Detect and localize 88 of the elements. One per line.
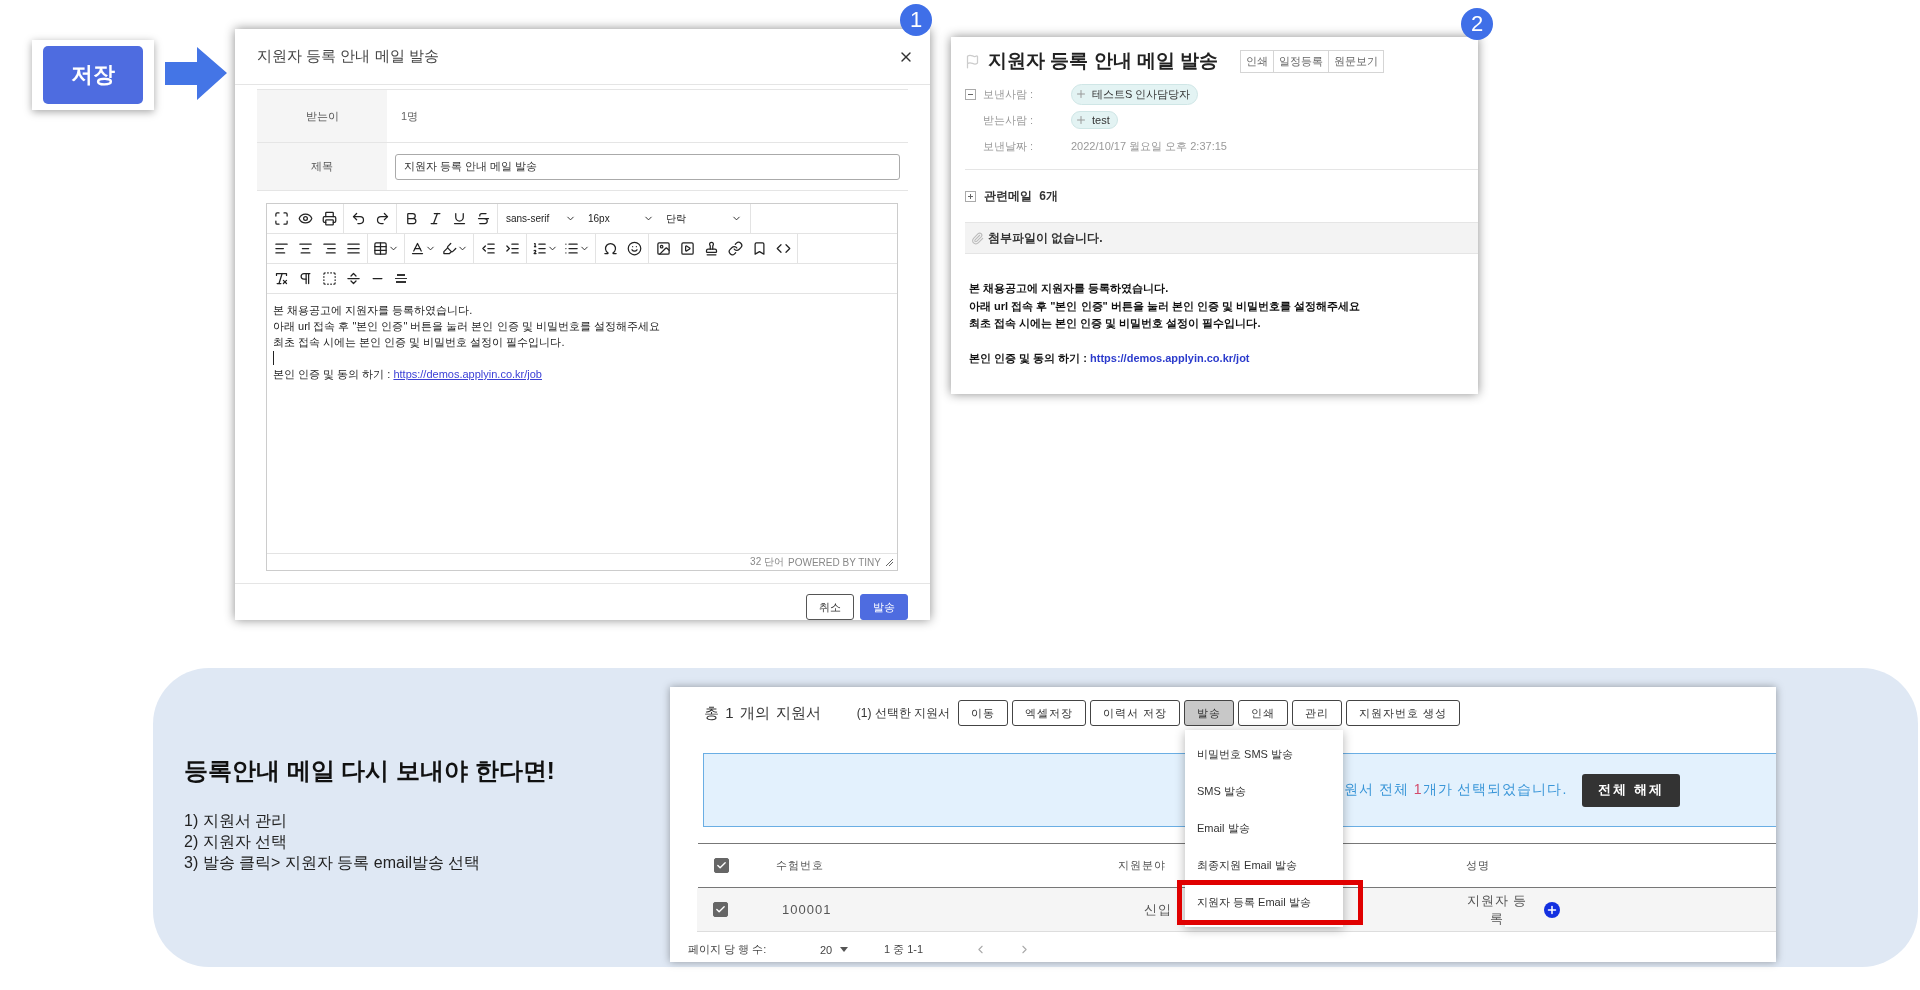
block-select[interactable]: 단락: [660, 205, 748, 232]
selection-message: 원서 전체 1 개가 선택되었습니다.: [1344, 781, 1568, 799]
column-header: 수험번호: [776, 858, 825, 873]
editor-branding: POWERED BY TINY: [788, 556, 881, 568]
paperclip-icon: [971, 231, 984, 245]
checkbox[interactable]: [714, 858, 729, 873]
meta-label: 보낸사람 :: [983, 86, 1035, 102]
subject-field[interactable]: 지원자 등록 안내 메일 발송: [395, 153, 900, 180]
toolbar-button[interactable]: 지원자번호 생성: [1346, 700, 1461, 726]
cancel-button[interactable]: 취소: [806, 594, 854, 620]
check-icon: [716, 860, 727, 871]
text-cursor: [273, 351, 274, 365]
block-format: 단락: [666, 211, 686, 226]
body-text: 본인 인증 및 동의 하기 : https://demos.applyin.co.kr/jot: [969, 350, 1251, 366]
selected-label: (1) 선택한 지원서: [856, 704, 951, 722]
body-text: 아래 url 접속 후 "본인 인증" 버튼을 눌러 본인 인증 및 비밀번호를 설정해주세요: [273, 319, 661, 334]
toolbar-button[interactable]: 발송: [1184, 700, 1235, 726]
contact-name: 테스트S 인사담당자: [1092, 86, 1191, 102]
rows-per-page-label: 페이지 당 행 수:: [688, 942, 768, 957]
check-icon: [715, 904, 726, 915]
save-button[interactable]: 저장: [43, 46, 143, 104]
toolbar-button[interactable]: 이동: [958, 700, 1009, 726]
link[interactable]: https://demos.applyin.co.kr/job: [393, 368, 542, 380]
meta-label: 보낸날짜 :: [983, 138, 1035, 154]
send-button[interactable]: 발송: [860, 594, 908, 620]
body-text: 최초 접속 시에는 본인 인증 및 비밀번호 설정이 필수입니다.: [273, 335, 566, 350]
related-mail-count: 관련메일 6개: [984, 187, 1059, 205]
table-icon: [373, 241, 388, 256]
guide-heading: 등록안내 메일 다시 보내야 한다면!: [184, 756, 555, 786]
link[interactable]: https://demos.applyin.co.kr/jot: [1090, 351, 1250, 364]
meta-label: 받는사람 :: [983, 112, 1035, 128]
body-text: 아래 url 접속 후 "본인 인증" 버튼을 눌러 본인 인증 및 비밀번호를 설정해주세요: [969, 298, 1362, 314]
step-badge: 2: [1461, 8, 1493, 40]
guide-step: 1) 지원서 관리: [184, 810, 481, 831]
numbered-list-icon: [532, 241, 547, 256]
body-text: 본 채용공고에 지원자를 등록하였습니다.: [273, 303, 474, 318]
right-arrow-icon: [165, 47, 227, 100]
guide-step: 3) 발송 클릭> 지원자 등록 email발송 선택: [184, 852, 481, 873]
field-label: 받는이: [257, 90, 387, 142]
guide-step: 2) 지원자 선택: [184, 831, 481, 852]
page-range: 1 중 1-1: [884, 942, 925, 957]
total-count: 총 1 개의 지원서: [704, 703, 821, 723]
field-label: 제목: [257, 143, 387, 190]
add-button[interactable]: [1544, 901, 1560, 918]
flag-icon: [965, 53, 980, 69]
dialog-title: 지원자 등록 안내 메일 발송: [257, 47, 439, 66]
menu-item[interactable]: 최종지원 Email 발송: [1185, 847, 1343, 884]
plus-icon: [1546, 903, 1558, 916]
body-text: 최초 접속 시에는 본인 인증 및 비밀번호 설정이 필수입니다.: [969, 316, 1262, 331]
toolbar-button[interactable]: 관리: [1292, 700, 1343, 726]
table-cell-text: 신입: [1143, 900, 1172, 919]
step-badge: 1: [900, 4, 932, 36]
mail-title: 지원자 등록 안내 메일 발송: [988, 49, 1219, 73]
plus-icon: [1075, 114, 1087, 126]
toolbar-button[interactable]: 인쇄: [1238, 700, 1289, 726]
bullet-list-icon: [564, 241, 579, 256]
contact-chip[interactable]: test: [1071, 111, 1118, 129]
body-text: 본 채용공고에 지원자를 등록하였습니다.: [969, 281, 1170, 296]
rows-per-page-select[interactable]: 20: [820, 943, 840, 956]
highlighter-icon: [442, 241, 457, 256]
body-text: 본인 인증 및 동의 하기 : https://demos.applyin.co.kr/job: [273, 367, 543, 382]
attachment-note: 첨부파일이 없습니다.: [988, 229, 1103, 247]
font-size: 16px: [588, 213, 610, 224]
toolbar-button[interactable]: 이력서 저장: [1090, 700, 1181, 726]
word-count: 32 단어: [750, 555, 784, 569]
resize-handle-icon[interactable]: [885, 558, 893, 566]
expand-icon[interactable]: [965, 190, 976, 202]
font-name: sans-serif: [506, 213, 550, 224]
menu-item[interactable]: Email 발송: [1185, 810, 1343, 847]
contact-chip[interactable]: 테스트S 인사담당자: [1071, 83, 1199, 105]
deselect-all-button[interactable]: 전체 해제: [1582, 773, 1680, 807]
recipient-count: 1명: [400, 108, 419, 124]
toolbar-button[interactable]: 엑셀저장: [1012, 700, 1087, 726]
dropdown-icon[interactable]: [840, 947, 848, 952]
checkbox[interactable]: [713, 902, 728, 917]
table-cell-text: 지원자 등 록: [1465, 891, 1529, 928]
font-select[interactable]: sans-serif: [500, 205, 582, 232]
column-header: 지원분야: [1117, 858, 1166, 873]
plus-icon: [1075, 88, 1087, 100]
text-color-icon: [410, 241, 425, 256]
menu-item[interactable]: 비밀번호 SMS 발송: [1185, 736, 1343, 773]
menu-item[interactable]: SMS 발송: [1185, 773, 1343, 810]
contact-name: test: [1092, 114, 1110, 126]
collapse-icon[interactable]: [965, 88, 976, 100]
table-cell-text: 100001: [781, 902, 833, 917]
size-select[interactable]: 16px: [582, 205, 660, 232]
column-header: 성명: [1466, 858, 1491, 873]
sent-date: 2022/10/17 월요일 오후 2:37:15: [1071, 138, 1227, 154]
